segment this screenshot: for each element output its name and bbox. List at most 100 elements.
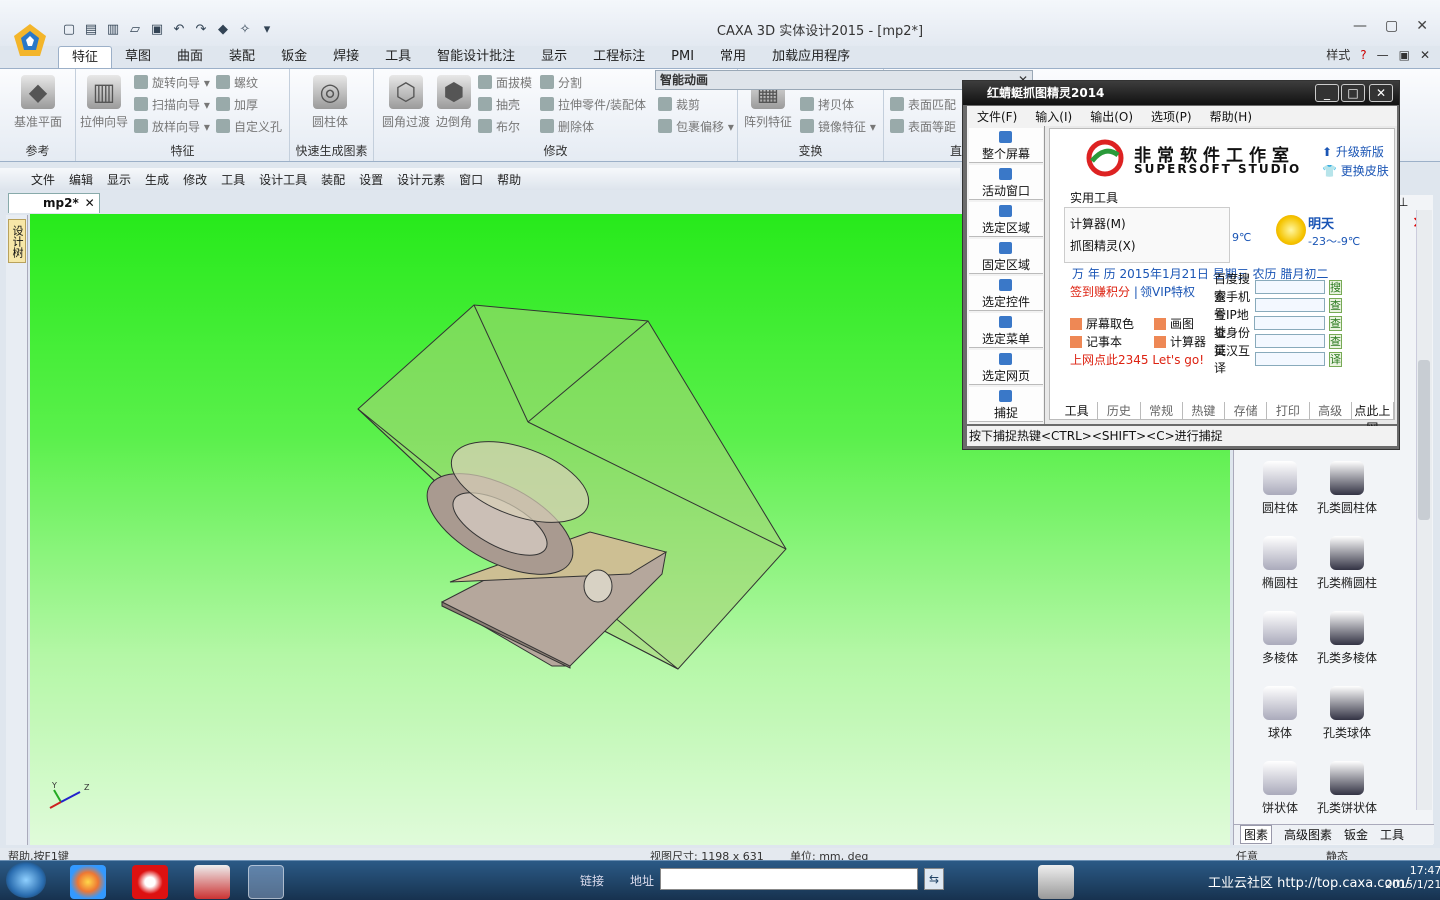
menu-item[interactable]: 设置 — [352, 171, 390, 188]
sign-in-link[interactable]: 签到赚积分 | — [1070, 283, 1138, 300]
ribbon-tab[interactable]: 草图 — [112, 46, 164, 68]
search-button[interactable]: 搜 — [1329, 279, 1343, 295]
menu-item[interactable]: 工具 — [214, 171, 252, 188]
address-input[interactable] — [660, 868, 918, 890]
menu-item[interactable]: 装配 — [314, 171, 352, 188]
design-tree-tab[interactable]: 设计树 — [8, 219, 26, 263]
tool-calculator[interactable]: 计算器(M) — [1070, 215, 1126, 232]
vip-link[interactable]: 领VIP特权 — [1140, 283, 1195, 300]
capture-tab[interactable]: 工具 — [1056, 402, 1099, 420]
style-dropdown[interactable]: 样式 — [1326, 46, 1350, 63]
boolean-button[interactable]: 布尔 — [478, 117, 520, 137]
scrollbar-thumb[interactable] — [1418, 360, 1430, 520]
caxa-taskbar-icon[interactable] — [248, 865, 284, 899]
capture-mode-button[interactable]: 选定网页 — [969, 350, 1043, 385]
search-button[interactable]: 译 — [1329, 351, 1343, 367]
capture-menu-item[interactable]: 输入(I) — [1035, 108, 1072, 125]
copy-body-button[interactable]: 拷贝体 — [800, 95, 854, 115]
search-button[interactable]: 查 — [1329, 297, 1343, 313]
menu-item[interactable]: 文件 — [24, 171, 62, 188]
ribbon-tab[interactable]: PMI — [658, 46, 707, 68]
go-icon[interactable]: ⇆ — [924, 868, 944, 890]
render-icon[interactable]: ◆ — [214, 20, 232, 38]
tool-capture[interactable]: 抓图精灵(X) — [1070, 237, 1136, 254]
capture-mode-button[interactable]: 整个屏幕 — [969, 128, 1043, 163]
shell-button[interactable]: 抽壳 — [478, 95, 520, 115]
maximize-icon[interactable]: ▢ — [1385, 18, 1398, 34]
close-icon[interactable]: ✕ — [1416, 18, 1428, 34]
new-file-icon[interactable]: ▢ — [60, 20, 78, 38]
surface-match-button[interactable]: 表面匹配 — [890, 95, 956, 115]
capture-mode-button[interactable]: 选定菜单 — [969, 313, 1043, 348]
links-toolbar[interactable]: 链接 — [580, 872, 604, 889]
ribbon-tab[interactable]: 显示 — [528, 46, 580, 68]
element-item[interactable]: 孔类多棱体 — [1308, 605, 1386, 666]
minimize-icon[interactable]: — — [1353, 18, 1367, 34]
capture-menu-item[interactable]: 帮助(H) — [1210, 108, 1252, 125]
menu-item[interactable]: 帮助 — [490, 171, 528, 188]
clock[interactable]: 17:47 2015/1/21 — [1385, 864, 1440, 892]
extrude-button[interactable]: ▥ 拉伸向导 — [76, 75, 132, 130]
chamfer-button[interactable]: ⬢ 边倒角 — [426, 75, 482, 130]
menu-item[interactable]: 设计元素 — [390, 171, 452, 188]
print-icon[interactable]: ▥ — [104, 20, 122, 38]
wrap-offset-button[interactable]: 包裹偏移 ▾ — [658, 117, 734, 137]
ribbon-tab[interactable]: 焊接 — [320, 46, 372, 68]
search-button[interactable]: 查 — [1329, 333, 1343, 349]
ribbon-tab[interactable]: 智能设计批注 — [424, 46, 528, 68]
ribbon-close-icon[interactable]: ✕ — [1420, 48, 1430, 62]
save-icon[interactable]: ▣ — [148, 20, 166, 38]
panel-tab[interactable]: 图素 — [1240, 825, 1273, 844]
capture-tab[interactable]: 热键 — [1183, 402, 1225, 420]
stretch-part-button[interactable]: 拉伸零件/装配体 — [540, 95, 646, 115]
player-app-icon[interactable] — [132, 865, 168, 899]
search-input[interactable] — [1254, 334, 1326, 348]
menu-item[interactable]: 设计工具 — [252, 171, 314, 188]
start-button[interactable] — [6, 862, 46, 898]
capture-tab[interactable]: 点此上网 — [1352, 402, 1394, 435]
qat-dropdown-icon[interactable]: ▾ — [258, 20, 276, 38]
ribbon-tab[interactable]: 曲面 — [164, 46, 216, 68]
undo-icon[interactable]: ↶ — [170, 20, 188, 38]
help-icon[interactable]: ? — [1360, 48, 1366, 62]
custom-hole-button[interactable]: 自定义孔 — [216, 117, 282, 137]
close-icon[interactable]: ✕ — [1369, 84, 1393, 102]
folder-icon[interactable]: ▱ — [126, 20, 144, 38]
capture-mode-button[interactable]: 活动窗口 — [969, 165, 1043, 200]
capture-mode-button[interactable]: 捕捉 — [969, 387, 1043, 422]
panel-tab[interactable]: 钣金 — [1344, 826, 1368, 843]
ribbon-tab[interactable]: 工程标注 — [580, 46, 658, 68]
upgrade-link[interactable]: ⬆ 升级新版 — [1322, 143, 1384, 160]
cylinder-button[interactable]: ◎ 圆柱体 — [302, 75, 358, 130]
dragonfly-capture-icon[interactable] — [194, 865, 230, 899]
search-button[interactable]: 查 — [1329, 315, 1343, 331]
capture-tab[interactable]: 高级 — [1310, 402, 1352, 420]
capture-tab[interactable]: 打印 — [1267, 402, 1310, 420]
datum-plane-button[interactable]: ◆ 基准平面 — [10, 75, 66, 130]
calculator-tool[interactable]: 计算器 — [1154, 333, 1206, 350]
paint-tool[interactable]: 画图 — [1154, 315, 1194, 332]
capture-mode-button[interactable]: 固定区域 — [969, 239, 1043, 274]
ribbon-tab[interactable]: 工具 — [372, 46, 424, 68]
close-icon[interactable]: ✕ — [85, 194, 95, 212]
mirror-button[interactable]: 镜像特征 ▾ — [800, 117, 876, 137]
color-picker-tool[interactable]: 屏幕取色 — [1070, 315, 1134, 332]
ribbon-tab[interactable]: 装配 — [216, 46, 268, 68]
search-input[interactable] — [1254, 298, 1326, 312]
minimize-icon[interactable]: _ — [1315, 84, 1339, 102]
ribbon-tab[interactable]: 特征 — [58, 46, 113, 68]
thread-button[interactable]: 螺纹 — [216, 73, 258, 93]
revolve-button[interactable]: 旋转向导 ▾ — [134, 73, 210, 93]
thicken-button[interactable]: 加厚 — [216, 95, 258, 115]
ribbon-tab[interactable]: 常用 — [707, 46, 759, 68]
star-icon[interactable]: ✧ — [236, 20, 254, 38]
sweep-button[interactable]: 扫描向导 ▾ — [134, 95, 210, 115]
capture-tab[interactable]: 常规 — [1141, 402, 1183, 420]
delete-body-button[interactable]: 删除体 — [540, 117, 594, 137]
notepad-tool[interactable]: 记事本 — [1070, 333, 1122, 350]
capture-menu-item[interactable]: 输出(O) — [1090, 108, 1133, 125]
maximize-icon[interactable]: □ — [1341, 84, 1365, 102]
ribbon-tab[interactable]: 加载应用程序 — [759, 46, 863, 68]
surface-offset-button[interactable]: 表面等距 — [890, 117, 956, 137]
menu-item[interactable]: 窗口 — [452, 171, 490, 188]
